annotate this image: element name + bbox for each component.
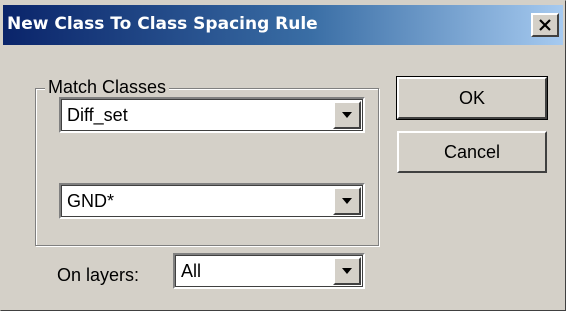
ok-button[interactable]: OK — [396, 76, 548, 120]
title-bar[interactable]: New Class To Class Spacing Rule — [3, 5, 563, 45]
layers-dropdown-button[interactable] — [333, 257, 361, 285]
dialog-window: New Class To Class Spacing Rule Match Cl… — [0, 0, 566, 311]
cancel-button[interactable]: Cancel — [397, 131, 547, 173]
class-1-dropdown-button[interactable] — [333, 101, 361, 129]
on-layers-label: On layers: — [57, 265, 140, 285]
window-title: New Class To Class Spacing Rule — [7, 14, 318, 34]
close-icon — [539, 19, 551, 31]
class-1-combobox[interactable]: Diff_set — [59, 97, 365, 133]
match-classes-label: Match Classes — [45, 77, 170, 98]
chevron-down-icon — [342, 198, 352, 204]
class-2-combobox[interactable]: GND* — [59, 183, 365, 219]
chevron-down-icon — [342, 112, 352, 118]
layers-combobox[interactable]: All — [173, 253, 365, 289]
class-2-dropdown-button[interactable] — [333, 187, 361, 215]
class-1-value[interactable]: Diff_set — [67, 105, 128, 126]
chevron-down-icon — [342, 268, 352, 274]
close-button[interactable] — [531, 13, 559, 37]
layers-value[interactable]: All — [181, 261, 201, 282]
class-2-value[interactable]: GND* — [67, 191, 114, 212]
